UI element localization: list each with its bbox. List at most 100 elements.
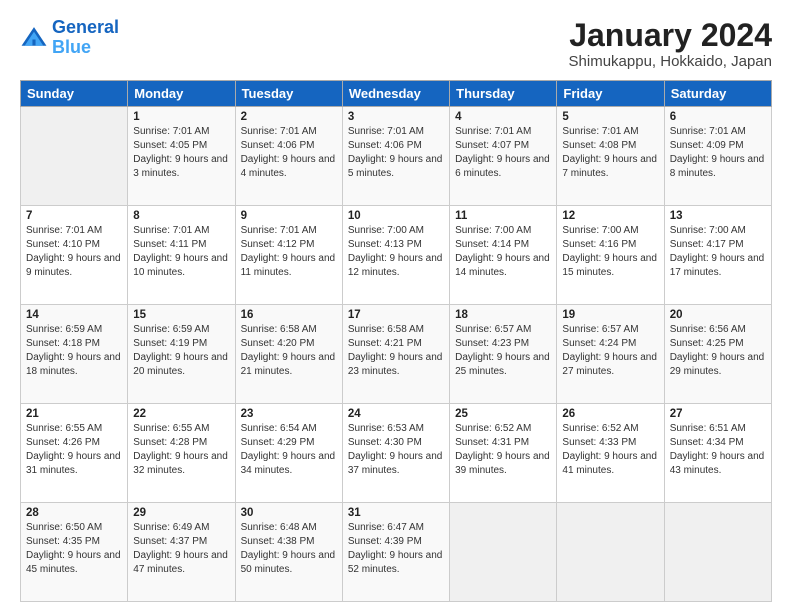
calendar-cell: 5 Sunrise: 7:01 AMSunset: 4:08 PMDaylight…: [557, 107, 664, 206]
day-info: Sunrise: 7:00 AMSunset: 4:14 PMDaylight:…: [455, 224, 551, 280]
calendar-cell: 21 Sunrise: 6:55 AMSunset: 4:26 PMDayligh…: [21, 404, 128, 503]
calendar-cell: 19 Sunrise: 6:57 AMSunset: 4:24 PMDayligh…: [557, 305, 664, 404]
day-info: Sunrise: 7:00 AMSunset: 4:17 PMDaylight:…: [670, 224, 766, 280]
calendar-cell: 7Sunrise: 7:01 AMSunset: 4:10 PMDaylight…: [21, 206, 128, 305]
week-row-4: 21 Sunrise: 6:55 AMSunset: 4:26 PMDayligh…: [21, 404, 772, 503]
day-info: Sunrise: 6:58 AMSunset: 4:21 PMDaylight:…: [348, 323, 444, 379]
day-number: 2: [241, 111, 337, 123]
calendar-cell: 16 Sunrise: 6:58 AMSunset: 4:20 PMDayligh…: [235, 305, 342, 404]
day-number: 19: [562, 309, 658, 321]
week-row-1: 1 Sunrise: 7:01 AMSunset: 4:05 PMDaylight…: [21, 107, 772, 206]
day-info: Sunrise: 6:48 AMSunset: 4:38 PMDaylight:…: [241, 521, 337, 577]
day-number: 1: [133, 111, 229, 123]
day-info: Sunrise: 7:00 AMSunset: 4:13 PMDaylight:…: [348, 224, 444, 280]
day-number: 4: [455, 111, 551, 123]
sub-title: Shimukappu, Hokkaido, Japan: [569, 53, 772, 70]
day-number: 5: [562, 111, 658, 123]
calendar-cell: 18 Sunrise: 6:57 AMSunset: 4:23 PMDayligh…: [450, 305, 557, 404]
day-info: Sunrise: 7:00 AMSunset: 4:16 PMDaylight:…: [562, 224, 658, 280]
day-header-sunday: Sunday: [21, 81, 128, 107]
day-info: Sunrise: 7:01 AMSunset: 4:05 PMDaylight:…: [133, 125, 229, 181]
calendar-cell: 6 Sunrise: 7:01 AMSunset: 4:09 PMDaylight…: [664, 107, 771, 206]
day-info: Sunrise: 6:59 AMSunset: 4:19 PMDaylight:…: [133, 323, 229, 379]
day-info: Sunrise: 6:52 AMSunset: 4:33 PMDaylight:…: [562, 422, 658, 478]
day-header-thursday: Thursday: [450, 81, 557, 107]
header: General Blue January 2024 Shimukappu, Ho…: [20, 18, 772, 70]
day-info: Sunrise: 6:58 AMSunset: 4:20 PMDaylight:…: [241, 323, 337, 379]
day-number: 18: [455, 309, 551, 321]
day-info: Sunrise: 6:53 AMSunset: 4:30 PMDaylight:…: [348, 422, 444, 478]
calendar-cell: [557, 503, 664, 602]
calendar-cell: 9 Sunrise: 7:01 AMSunset: 4:12 PMDaylight…: [235, 206, 342, 305]
day-number: 30: [241, 507, 337, 519]
day-info: Sunrise: 7:01 AMSunset: 4:09 PMDaylight:…: [670, 125, 766, 181]
main-title: January 2024: [569, 18, 772, 53]
day-header-saturday: Saturday: [664, 81, 771, 107]
day-info: Sunrise: 7:01 AMSunset: 4:10 PMDaylight:…: [26, 224, 122, 280]
day-number: 16: [241, 309, 337, 321]
title-block: January 2024 Shimukappu, Hokkaido, Japan: [569, 18, 772, 70]
calendar-cell: [21, 107, 128, 206]
calendar-cell: 30 Sunrise: 6:48 AMSunset: 4:38 PMDayligh…: [235, 503, 342, 602]
day-info: Sunrise: 6:55 AMSunset: 4:28 PMDaylight:…: [133, 422, 229, 478]
day-info: Sunrise: 7:01 AMSunset: 4:11 PMDaylight:…: [133, 224, 229, 280]
day-number: 3: [348, 111, 444, 123]
week-row-5: 28 Sunrise: 6:50 AMSunset: 4:35 PMDayligh…: [21, 503, 772, 602]
day-info: Sunrise: 6:55 AMSunset: 4:26 PMDaylight:…: [26, 422, 122, 478]
day-info: Sunrise: 6:49 AMSunset: 4:37 PMDaylight:…: [133, 521, 229, 577]
day-info: Sunrise: 6:59 AMSunset: 4:18 PMDaylight:…: [26, 323, 122, 379]
calendar-cell: 10 Sunrise: 7:00 AMSunset: 4:13 PMDayligh…: [342, 206, 449, 305]
calendar-cell: 17 Sunrise: 6:58 AMSunset: 4:21 PMDayligh…: [342, 305, 449, 404]
day-info: Sunrise: 6:50 AMSunset: 4:35 PMDaylight:…: [26, 521, 122, 577]
calendar-cell: 27 Sunrise: 6:51 AMSunset: 4:34 PMDayligh…: [664, 404, 771, 503]
day-info: Sunrise: 7:01 AMSunset: 4:06 PMDaylight:…: [241, 125, 337, 181]
calendar-cell: 2 Sunrise: 7:01 AMSunset: 4:06 PMDaylight…: [235, 107, 342, 206]
calendar-cell: 12Sunrise: 7:00 AMSunset: 4:16 PMDayligh…: [557, 206, 664, 305]
calendar-cell: 24Sunrise: 6:53 AMSunset: 4:30 PMDayligh…: [342, 404, 449, 503]
day-header-monday: Monday: [128, 81, 235, 107]
day-number: 15: [133, 309, 229, 321]
day-number: 13: [670, 210, 766, 222]
day-info: Sunrise: 6:51 AMSunset: 4:34 PMDaylight:…: [670, 422, 766, 478]
calendar-cell: 14 Sunrise: 6:59 AMSunset: 4:18 PMDayligh…: [21, 305, 128, 404]
day-info: Sunrise: 6:47 AMSunset: 4:39 PMDaylight:…: [348, 521, 444, 577]
day-number: 23: [241, 408, 337, 420]
day-number: 21: [26, 408, 122, 420]
day-number: 10: [348, 210, 444, 222]
day-number: 27: [670, 408, 766, 420]
day-number: 22: [133, 408, 229, 420]
day-info: Sunrise: 7:01 AMSunset: 4:06 PMDaylight:…: [348, 125, 444, 181]
day-number: 9: [241, 210, 337, 222]
logo-text: General Blue: [52, 18, 119, 58]
day-info: Sunrise: 6:57 AMSunset: 4:23 PMDaylight:…: [455, 323, 551, 379]
day-info: Sunrise: 6:57 AMSunset: 4:24 PMDaylight:…: [562, 323, 658, 379]
day-number: 25: [455, 408, 551, 420]
day-number: 20: [670, 309, 766, 321]
day-number: 17: [348, 309, 444, 321]
day-info: Sunrise: 6:56 AMSunset: 4:25 PMDaylight:…: [670, 323, 766, 379]
day-number: 28: [26, 507, 122, 519]
calendar-cell: 29Sunrise: 6:49 AMSunset: 4:37 PMDayligh…: [128, 503, 235, 602]
day-header-tuesday: Tuesday: [235, 81, 342, 107]
calendar-cell: 15 Sunrise: 6:59 AMSunset: 4:19 PMDayligh…: [128, 305, 235, 404]
calendar-cell: 22 Sunrise: 6:55 AMSunset: 4:28 PMDayligh…: [128, 404, 235, 503]
calendar-cell: 23Sunrise: 6:54 AMSunset: 4:29 PMDayligh…: [235, 404, 342, 503]
calendar-cell: [450, 503, 557, 602]
week-row-2: 7Sunrise: 7:01 AMSunset: 4:10 PMDaylight…: [21, 206, 772, 305]
day-info: Sunrise: 7:01 AMSunset: 4:12 PMDaylight:…: [241, 224, 337, 280]
calendar-cell: 20 Sunrise: 6:56 AMSunset: 4:25 PMDayligh…: [664, 305, 771, 404]
day-info: Sunrise: 6:52 AMSunset: 4:31 PMDaylight:…: [455, 422, 551, 478]
calendar-cell: 26Sunrise: 6:52 AMSunset: 4:33 PMDayligh…: [557, 404, 664, 503]
day-number: 6: [670, 111, 766, 123]
calendar-table: SundayMondayTuesdayWednesdayThursdayFrid…: [20, 80, 772, 602]
calendar-cell: 3 Sunrise: 7:01 AMSunset: 4:06 PMDaylight…: [342, 107, 449, 206]
calendar-cell: 11Sunrise: 7:00 AMSunset: 4:14 PMDayligh…: [450, 206, 557, 305]
calendar-cell: 8 Sunrise: 7:01 AMSunset: 4:11 PMDaylight…: [128, 206, 235, 305]
day-number: 14: [26, 309, 122, 321]
page: General Blue January 2024 Shimukappu, Ho…: [0, 0, 792, 612]
day-info: Sunrise: 7:01 AMSunset: 4:08 PMDaylight:…: [562, 125, 658, 181]
logo: General Blue: [20, 18, 119, 58]
calendar-cell: 25 Sunrise: 6:52 AMSunset: 4:31 PMDayligh…: [450, 404, 557, 503]
calendar-cell: 31Sunrise: 6:47 AMSunset: 4:39 PMDayligh…: [342, 503, 449, 602]
day-number: 8: [133, 210, 229, 222]
